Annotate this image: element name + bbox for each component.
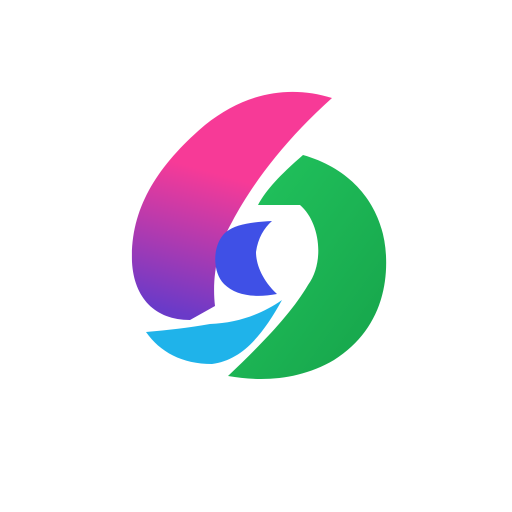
logo-canvas [0,0,512,512]
swirl-logo-icon [131,91,387,379]
